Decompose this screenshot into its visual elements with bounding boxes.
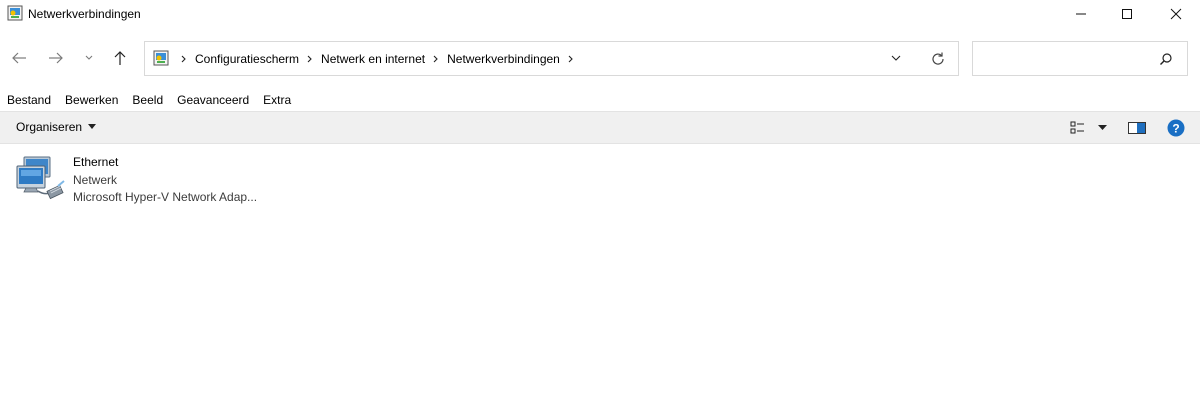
preview-pane-icon bbox=[1128, 122, 1146, 134]
chevron-right-icon[interactable] bbox=[303, 42, 317, 75]
connections-list: Ethernet Netwerk Microsoft Hyper-V Netwo… bbox=[0, 145, 1200, 419]
search-icon[interactable] bbox=[1159, 52, 1173, 66]
breadcrumb-item-network-internet[interactable]: Netwerk en internet bbox=[317, 52, 429, 66]
connection-name: Ethernet bbox=[73, 155, 119, 169]
help-button[interactable]: ? bbox=[1167, 119, 1185, 137]
chevron-right-icon[interactable] bbox=[177, 42, 191, 75]
address-bar[interactable]: Configuratiescherm Netwerk en internet N… bbox=[144, 41, 959, 76]
network-adapter-icon bbox=[14, 155, 66, 203]
forward-button[interactable] bbox=[43, 44, 69, 72]
dropdown-arrow-icon bbox=[1098, 125, 1107, 130]
chevron-right-icon[interactable] bbox=[429, 42, 443, 75]
menu-item-tools[interactable]: Extra bbox=[256, 90, 298, 110]
help-icon: ? bbox=[1167, 119, 1185, 137]
title-bar: Netwerkverbindingen bbox=[0, 0, 1200, 30]
recent-locations-button[interactable] bbox=[77, 44, 101, 72]
back-arrow-icon bbox=[12, 52, 26, 64]
organize-button[interactable]: Organiseren bbox=[16, 120, 97, 134]
menu-item-advanced[interactable]: Geavanceerd bbox=[170, 90, 256, 110]
change-view-button[interactable] bbox=[1070, 120, 1110, 136]
dropdown-arrow-icon bbox=[88, 124, 97, 129]
breadcrumb-item-control-panel[interactable]: Configuratiescherm bbox=[191, 52, 303, 66]
chevron-right-icon[interactable] bbox=[564, 42, 578, 75]
control-panel-icon bbox=[153, 50, 169, 66]
connection-details: Ethernet Netwerk Microsoft Hyper-V Netwo… bbox=[73, 154, 257, 207]
menu-bar: Bestand Bewerken Beeld Geavanceerd Extra bbox=[0, 90, 298, 110]
menu-item-edit[interactable]: Bewerken bbox=[58, 90, 125, 110]
details-view-icon bbox=[1070, 121, 1084, 134]
connection-device: Microsoft Hyper-V Network Adap... bbox=[73, 190, 258, 204]
command-bar: Organiseren ? bbox=[0, 111, 1200, 144]
breadcrumb: Configuratiescherm Netwerk en internet N… bbox=[177, 42, 578, 75]
control-panel-icon bbox=[7, 5, 23, 21]
connection-status: Netwerk bbox=[73, 172, 118, 187]
window-title: Netwerkverbindingen bbox=[28, 7, 141, 21]
preview-pane-button[interactable] bbox=[1128, 121, 1146, 135]
menu-item-view[interactable]: Beeld bbox=[125, 90, 170, 110]
up-button[interactable] bbox=[107, 44, 133, 72]
svg-text:?: ? bbox=[1172, 122, 1179, 136]
maximize-button[interactable] bbox=[1101, 0, 1153, 28]
close-button[interactable] bbox=[1150, 0, 1200, 28]
minimize-icon bbox=[1076, 13, 1086, 15]
refresh-button[interactable] bbox=[930, 51, 946, 67]
address-history-button[interactable] bbox=[890, 52, 906, 66]
up-arrow-icon bbox=[114, 51, 126, 65]
list-item[interactable]: Ethernet Netwerk Microsoft Hyper-V Netwo… bbox=[12, 151, 282, 207]
back-button[interactable] bbox=[6, 44, 32, 72]
breadcrumb-item-network-connections[interactable]: Netwerkverbindingen bbox=[443, 52, 564, 66]
minimize-button[interactable] bbox=[1055, 0, 1107, 28]
recent-dropdown-icon bbox=[85, 55, 93, 60]
menu-item-file[interactable]: Bestand bbox=[0, 90, 58, 110]
refresh-icon bbox=[932, 52, 944, 65]
search-box[interactable] bbox=[972, 41, 1188, 76]
search-input[interactable] bbox=[979, 48, 1149, 70]
forward-arrow-icon bbox=[49, 52, 63, 64]
chevron-down-icon bbox=[891, 55, 901, 61]
close-icon bbox=[1170, 8, 1182, 20]
maximize-icon bbox=[1122, 9, 1132, 19]
organize-label: Organiseren bbox=[16, 120, 83, 134]
